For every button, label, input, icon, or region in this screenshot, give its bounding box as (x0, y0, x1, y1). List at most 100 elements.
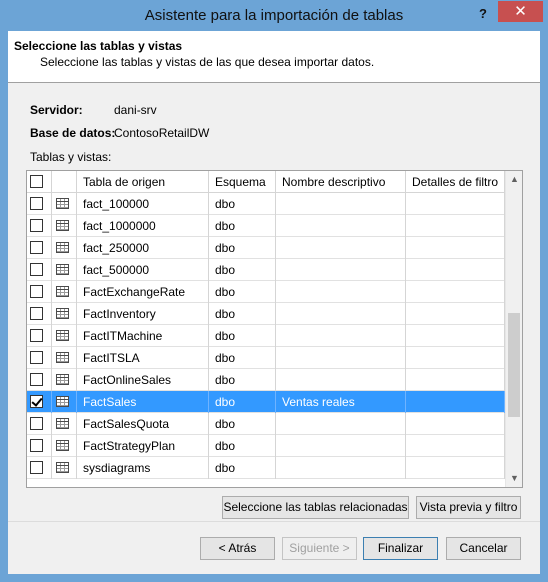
scroll-thumb[interactable] (508, 313, 520, 417)
source-table-cell[interactable]: FactStrategyPlan (77, 435, 209, 457)
table-row[interactable]: FactStrategyPlan dbo (27, 435, 505, 457)
filter-details-cell[interactable] (406, 281, 505, 303)
scroll-down-arrow-icon[interactable]: ▼ (506, 470, 522, 487)
filter-details-cell[interactable] (406, 347, 505, 369)
source-table-cell[interactable]: fact_250000 (77, 237, 209, 259)
select-related-tables-button[interactable]: Seleccione las tablas relacionadas (222, 496, 409, 519)
source-table-cell[interactable]: FactOnlineSales (77, 369, 209, 391)
friendly-name-cell[interactable] (276, 193, 406, 215)
row-checkbox[interactable] (30, 307, 43, 320)
table-row[interactable]: fact_1000000 dbo (27, 215, 505, 237)
row-checkbox[interactable] (30, 395, 43, 408)
close-button[interactable]: ✕ (498, 1, 543, 22)
table-icon (56, 396, 69, 407)
source-table-cell[interactable]: FactSales (77, 391, 209, 413)
schema-cell: dbo (209, 369, 276, 391)
tables-grid[interactable]: Tabla de origen Esquema Nombre descripti… (26, 170, 523, 488)
row-checkbox[interactable] (30, 373, 43, 386)
friendly-name-cell[interactable] (276, 325, 406, 347)
icon-cell (52, 347, 77, 369)
row-checkbox[interactable] (30, 263, 43, 276)
filter-details-cell[interactable] (406, 325, 505, 347)
row-checkbox[interactable] (30, 219, 43, 232)
row-checkbox[interactable] (30, 197, 43, 210)
source-table-cell[interactable]: fact_1000000 (77, 215, 209, 237)
friendly-name-cell[interactable] (276, 281, 406, 303)
column-header-source[interactable]: Tabla de origen (77, 171, 209, 193)
help-button[interactable]: ? (474, 5, 492, 23)
checkbox-cell (27, 237, 52, 259)
table-icon (56, 242, 69, 253)
friendly-name-cell[interactable] (276, 369, 406, 391)
filter-details-cell[interactable] (406, 215, 505, 237)
schema-cell: dbo (209, 325, 276, 347)
row-checkbox[interactable] (30, 351, 43, 364)
table-row[interactable]: fact_250000 dbo (27, 237, 505, 259)
column-header-schema[interactable]: Esquema (209, 171, 276, 193)
select-all-checkbox[interactable] (30, 175, 43, 188)
cancel-button[interactable]: Cancelar (446, 537, 521, 560)
column-header-friendly-name[interactable]: Nombre descriptivo (276, 171, 406, 193)
filter-details-cell[interactable] (406, 369, 505, 391)
icon-cell (52, 435, 77, 457)
friendly-name-cell[interactable] (276, 303, 406, 325)
source-table-cell[interactable]: fact_500000 (77, 259, 209, 281)
friendly-name-cell[interactable]: Ventas reales (276, 391, 406, 413)
footer-separator (8, 521, 540, 522)
row-checkbox[interactable] (30, 285, 43, 298)
filter-details-cell[interactable] (406, 237, 505, 259)
source-table-cell[interactable]: fact_100000 (77, 193, 209, 215)
table-row[interactable]: FactITMachine dbo (27, 325, 505, 347)
table-row[interactable]: fact_500000 dbo (27, 259, 505, 281)
friendly-name-cell[interactable] (276, 259, 406, 281)
filter-details-cell[interactable] (406, 435, 505, 457)
filter-details-cell[interactable] (406, 391, 505, 413)
row-checkbox[interactable] (30, 439, 43, 452)
finish-button[interactable]: Finalizar (363, 537, 438, 560)
icon-cell (52, 369, 77, 391)
window-title: Asistente para la importación de tablas (144, 7, 404, 24)
source-table-cell[interactable]: FactITMachine (77, 325, 209, 347)
filter-details-cell[interactable] (406, 303, 505, 325)
table-row[interactable]: FactSales dbo Ventas reales (27, 391, 505, 413)
table-row[interactable]: FactOnlineSales dbo (27, 369, 505, 391)
scroll-up-arrow-icon[interactable]: ▲ (506, 171, 522, 188)
friendly-name-cell[interactable] (276, 237, 406, 259)
source-table-cell[interactable]: FactITSLA (77, 347, 209, 369)
database-label: Base de datos: (30, 126, 116, 140)
checkbox-cell (27, 259, 52, 281)
source-table-cell[interactable]: FactInventory (77, 303, 209, 325)
next-button[interactable]: Siguiente > (282, 537, 357, 560)
icon-cell (52, 215, 77, 237)
table-row[interactable]: fact_100000 dbo (27, 193, 505, 215)
grid-scrollbar[interactable]: ▲ ▼ (505, 171, 522, 487)
database-value: ContosoRetailDW (114, 126, 210, 140)
tables-caption: Tablas y vistas: (30, 150, 112, 164)
friendly-name-cell[interactable] (276, 215, 406, 237)
table-icon (56, 374, 69, 385)
table-row[interactable]: FactExchangeRate dbo (27, 281, 505, 303)
friendly-name-cell[interactable] (276, 347, 406, 369)
table-row[interactable]: FactInventory dbo (27, 303, 505, 325)
server-value: dani-srv (114, 103, 157, 117)
table-row[interactable]: FactITSLA dbo (27, 347, 505, 369)
row-checkbox[interactable] (30, 417, 43, 430)
friendly-name-cell[interactable] (276, 413, 406, 435)
filter-details-cell[interactable] (406, 193, 505, 215)
back-button[interactable]: < Atrás (200, 537, 275, 560)
title-bar[interactable]: Asistente para la importación de tablas … (0, 0, 548, 31)
select-all-cell (27, 171, 52, 193)
table-row[interactable]: FactSalesQuota dbo (27, 413, 505, 435)
preview-filter-button[interactable]: Vista previa y filtro (416, 496, 521, 519)
icon-cell (52, 193, 77, 215)
column-header-filter-details[interactable]: Detalles de filtro (406, 171, 505, 193)
filter-details-cell[interactable] (406, 413, 505, 435)
row-checkbox[interactable] (30, 329, 43, 342)
grid-header: Tabla de origen Esquema Nombre descripti… (27, 171, 505, 193)
source-table-cell[interactable]: FactExchangeRate (77, 281, 209, 303)
row-checkbox[interactable] (30, 241, 43, 254)
friendly-name-cell[interactable] (276, 435, 406, 457)
filter-details-cell[interactable] (406, 259, 505, 281)
checkbox-cell (27, 215, 52, 237)
source-table-cell[interactable]: FactSalesQuota (77, 413, 209, 435)
